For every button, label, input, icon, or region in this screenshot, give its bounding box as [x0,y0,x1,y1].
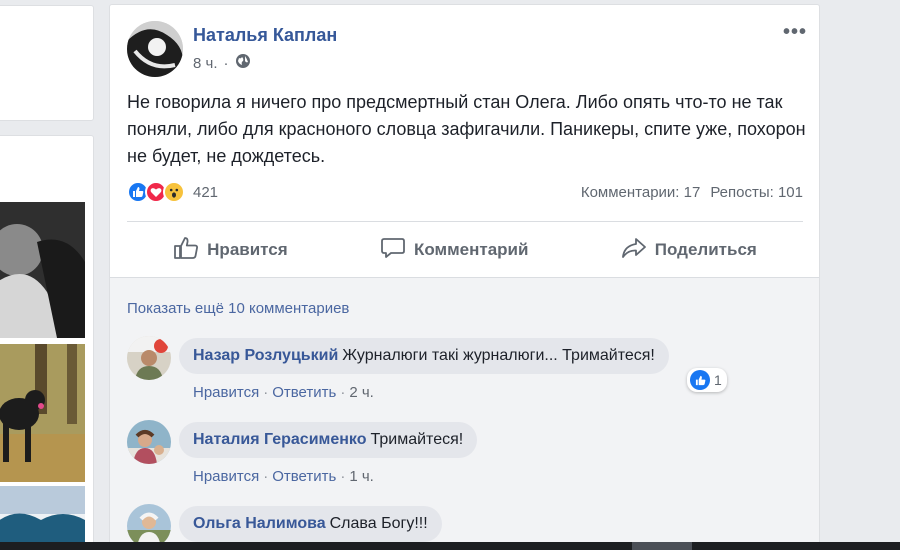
thumbs-up-icon [173,236,199,265]
commenter-name[interactable]: Наталия Герасименко [193,431,367,448]
separator: · [340,384,346,401]
author-avatar[interactable] [127,21,183,77]
photo-thumbnail[interactable] [0,344,85,482]
wow-reaction-icon [163,181,185,203]
comment-bubble-icon [380,236,406,265]
comment-time[interactable]: 1 ч. [349,468,374,485]
photo-thumbnail[interactable] [0,486,85,546]
post-meta: 8 ч. · [193,53,251,73]
globe-icon[interactable] [235,53,251,73]
post-actions-bar: Нравится Комментарий Поделиться [127,229,803,271]
share-button[interactable]: Поделиться [621,236,757,265]
separator: · [263,384,269,401]
comment-like-link[interactable]: Нравится [193,384,259,401]
post-time[interactable]: 8 ч. [193,55,218,72]
like-reaction-icon [690,370,710,390]
comment-text: Журналюги такі журналюги... Тримайтеся! [342,347,655,364]
separator: · [263,468,269,485]
comment-button-label: Комментарий [413,240,529,259]
post-options-icon[interactable]: ••• [783,21,807,44]
comments-section: Показать ещё 10 комментариев Назар Розлу… [110,277,819,550]
comment-bubble: Ольга Налимова Слава Богу!!! [179,506,442,542]
reaction-summary[interactable]: 421 [127,181,218,203]
separator: · [340,468,346,485]
left-panel-photos [0,135,94,550]
commenter-avatar[interactable] [127,420,171,464]
comment: Наталия Герасименко Тримайтеся! Нравится … [127,420,747,490]
comment: Назар Розлуцький Журналюги такі журналюги… [127,336,747,406]
show-more-comments-link[interactable]: Показать ещё 10 комментариев [127,300,349,317]
shares-count-link[interactable]: Репосты: 101 [710,184,803,201]
commenter-name[interactable]: Назар Розлуцький [193,347,338,364]
divider [127,221,803,222]
comment-like-count[interactable]: 1 [687,368,727,392]
comments-count-link[interactable]: Комментарии: 17 [581,184,701,201]
left-panel-top [0,5,94,121]
comment-text: Слава Богу!!! [329,515,428,532]
share-arrow-icon [621,236,647,265]
commenter-name[interactable]: Ольга Налимова [193,515,326,532]
comment-bubble: Назар Розлуцький Журналюги такі журналюги… [179,338,669,374]
reaction-count: 421 [193,183,219,201]
like-button[interactable]: Нравится [173,236,288,265]
comment-text: Тримайтеся! [370,431,464,448]
comment-like-link[interactable]: Нравится [193,468,259,485]
share-button-label: Поделиться [654,240,757,259]
comment-button[interactable]: Комментарий [380,236,528,265]
meta-separator: · [223,54,229,72]
comment-likes: 1 [714,372,722,388]
comment-time[interactable]: 2 ч. [349,384,374,401]
post-author-name[interactable]: Наталья Каплан [193,25,337,46]
like-button-label: Нравится [207,240,288,259]
post-card: Наталья Каплан 8 ч. · ••• Не говорила я … [109,4,820,550]
post-stats: Комментарии: 17 Репосты: 101 [581,184,803,201]
commenter-avatar[interactable] [127,336,171,380]
comment-actions: Нравится · Ответить · 1 ч. [193,468,374,485]
post-text: Не говорила я ничего про предсмертный ст… [127,92,806,166]
comment-bubble: Наталия Герасименко Тримайтеся! [179,422,478,458]
comment-reply-link[interactable]: Ответить [272,384,336,401]
taskbar-strip [0,542,900,550]
comment-reply-link[interactable]: Ответить [272,468,336,485]
taskbar-segment [632,542,692,550]
comment-actions: Нравится · Ответить · 2 ч. [193,384,374,401]
photo-thumbnail[interactable] [0,202,85,338]
